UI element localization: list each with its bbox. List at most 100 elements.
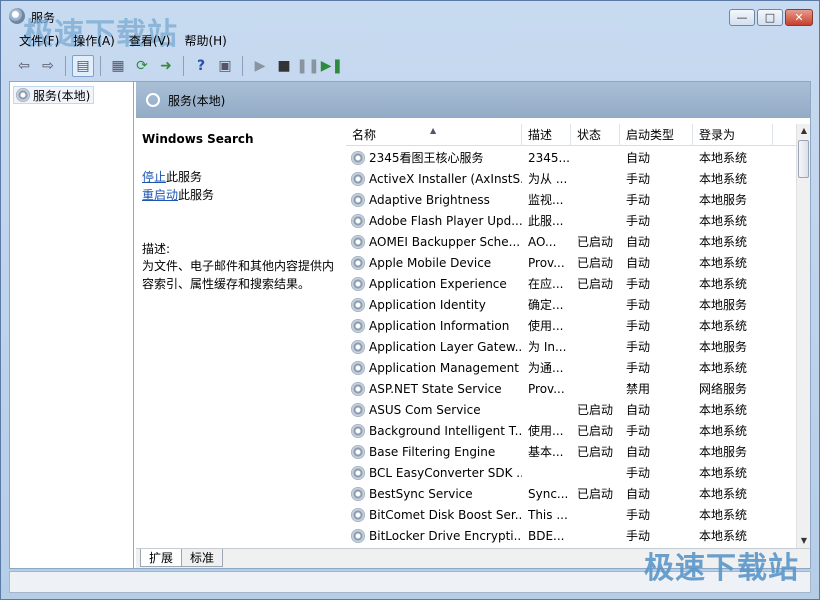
view-tabs: 扩展 标准 — [136, 548, 810, 568]
restart-service-button[interactable]: ▶❚ — [321, 55, 344, 77]
service-description: 确定... — [528, 298, 564, 312]
service-log-on-as: 网络服务 — [699, 382, 748, 396]
back-button[interactable]: ⇦ — [13, 55, 35, 77]
service-name-cell: Base Filtering Engine — [346, 444, 522, 459]
table-row[interactable]: ASUS Com Service 已启动 自动 本地系统 — [346, 399, 796, 420]
service-name-cell: Application Layer Gatew... — [346, 339, 522, 354]
gear-icon — [351, 402, 365, 417]
forward-button[interactable]: ⇨ — [37, 55, 59, 77]
service-startup-type: 手动 — [626, 508, 651, 522]
gear-icon — [351, 465, 365, 480]
gear-icon — [351, 150, 365, 165]
service-startup-type: 手动 — [626, 424, 651, 438]
service-name-cell: Application Information — [346, 318, 522, 333]
tree-item-services-local[interactable]: 服务(本地) — [13, 86, 95, 104]
toolbar-separator — [183, 56, 184, 76]
console-tree-icon: ▤ — [76, 58, 90, 74]
play-icon: ▶ — [254, 58, 266, 74]
column-header-description[interactable]: 描述 — [522, 124, 571, 146]
pause-service-button[interactable]: ❚❚ — [296, 55, 319, 77]
table-row[interactable]: Application Identity 确定... 手动 本地服务 — [346, 294, 796, 315]
stop-service-button[interactable]: ■ — [273, 55, 295, 77]
service-name: Application Identity — [369, 297, 486, 312]
table-row[interactable]: ActiveX Installer (AxInstS... 为从 ... 手动 本地系… — [346, 168, 796, 189]
services-list: 名称 ▲ 描述 状态 启动类型 登录为 2345看图王核心服务 2345... 自动本… — [346, 118, 810, 548]
gear-icon — [351, 360, 365, 375]
table-row[interactable]: Application Information 使用... 手动 本地系统 — [346, 315, 796, 336]
services-window: 服务 极速下载站 — □ ✕ 文件(F) 操作(A) 查看(V) 帮助(H) ⇦… — [0, 0, 820, 600]
column-header-log-on-as[interactable]: 登录为 — [693, 124, 773, 146]
sort-ascending-icon: ▲ — [430, 126, 437, 135]
column-header-startup-type[interactable]: 启动类型 — [620, 124, 693, 146]
service-log-on-as: 本地系统 — [699, 403, 748, 417]
close-button[interactable]: ✕ — [785, 9, 813, 26]
refresh-button[interactable]: ⟳ — [131, 55, 153, 77]
service-name-cell: Adobe Flash Player Upd... — [346, 213, 522, 228]
menu-action[interactable]: 操作(A) — [73, 31, 115, 51]
menu-file[interactable]: 文件(F) — [19, 31, 59, 51]
service-startup-type: 自动 — [626, 487, 651, 501]
service-name: Application Information — [369, 318, 510, 333]
start-service-button[interactable]: ▶ — [249, 55, 271, 77]
table-row[interactable]: BCL EasyConverter SDK ... 手动 本地系统 — [346, 462, 796, 483]
table-row[interactable]: AOMEI Backupper Sche... AO... 已启动 自动 本地系统 — [346, 231, 796, 252]
table-row[interactable]: Base Filtering Engine 基本... 已启动 自动 本地服务 — [346, 441, 796, 462]
service-log-on-as: 本地系统 — [699, 319, 748, 333]
vertical-scrollbar[interactable]: ▲ ▼ — [796, 124, 810, 548]
scroll-down-icon[interactable]: ▼ — [797, 534, 810, 548]
service-name: Application Experience — [369, 276, 507, 291]
details-header-title: 服务(本地) — [168, 93, 226, 108]
show-hide-console-tree-button[interactable]: ▤ — [72, 55, 94, 77]
column-header-status[interactable]: 状态 — [571, 124, 620, 146]
table-row[interactable]: 2345看图王核心服务 2345... 自动 本地系统 — [346, 147, 796, 168]
service-startup-type: 自动 — [626, 256, 651, 270]
minimize-button[interactable]: — — [729, 9, 755, 26]
table-row[interactable]: Application Experience 在应... 已启动 手动 本地系统 — [346, 273, 796, 294]
scroll-thumb[interactable] — [798, 140, 809, 178]
tab-extended[interactable]: 扩展 — [140, 549, 183, 567]
service-name-cell: Background Intelligent T... — [346, 423, 522, 438]
export-list-button[interactable]: ➜ — [155, 55, 177, 77]
gear-icon — [351, 234, 365, 249]
service-startup-type: 手动 — [626, 277, 651, 291]
service-name: Adaptive Brightness — [369, 192, 490, 207]
scroll-up-icon[interactable]: ▲ — [797, 124, 810, 138]
maximize-button[interactable]: □ — [757, 9, 783, 26]
window-controls: — □ ✕ — [729, 9, 813, 26]
restart-service-link[interactable]: 重启动 — [142, 188, 178, 202]
table-row[interactable]: Background Intelligent T... 使用... 已启动 手动 本地系… — [346, 420, 796, 441]
service-startup-type: 手动 — [626, 172, 651, 186]
table-row[interactable]: Adobe Flash Player Upd... 此服... 手动 本地系统 — [346, 210, 796, 231]
title-bar[interactable]: 服务 极速下载站 — □ ✕ — [1, 1, 819, 52]
service-description: 为 In... — [528, 340, 567, 354]
table-row[interactable]: Application Management 为通... 手动 本地系统 — [346, 357, 796, 378]
stop-service-link[interactable]: 停止 — [142, 170, 166, 184]
description-text: 为文件、电子邮件和其他内容提供内容索引、属性缓存和搜索结果。 — [142, 259, 335, 291]
help-button[interactable]: ? — [190, 55, 212, 77]
table-row[interactable]: BitLocker Drive Encrypti... BDE... 手动 本地系统 — [346, 525, 796, 546]
menu-view[interactable]: 查看(V) — [129, 31, 171, 51]
help-icon: ? — [196, 58, 206, 74]
refresh-icon: ⟳ — [136, 58, 148, 74]
service-name-cell: 2345看图王核心服务 — [346, 149, 522, 166]
main-area: 服务(本地) 服务(本地) Windows Search 停止此服务 重启动此服… — [9, 81, 811, 569]
column-desc-label: 描述 — [528, 128, 553, 142]
table-row[interactable]: BitComet Disk Boost Ser... This ... 手动 本地系统 — [346, 504, 796, 525]
service-name: Application Management — [369, 360, 519, 375]
table-row[interactable]: ASP.NET State Service Prov... 禁用 网络服务 — [346, 378, 796, 399]
tab-standard[interactable]: 标准 — [181, 549, 224, 567]
column-name-label: 名称 — [352, 128, 377, 142]
gear-icon — [351, 423, 365, 438]
service-status: 已启动 — [577, 235, 614, 249]
action-pane-button[interactable]: ▣ — [214, 55, 236, 77]
table-row[interactable]: Adaptive Brightness 监视... 手动 本地服务 — [346, 189, 796, 210]
gear-icon — [351, 528, 365, 543]
table-row[interactable]: BestSync Service Sync... 已启动 自动 本地系统 — [346, 483, 796, 504]
table-row[interactable]: Application Layer Gatew... 为 In... 手动 本地服务 — [346, 336, 796, 357]
table-row[interactable]: Apple Mobile Device Prov... 已启动 自动 本地系统 — [346, 252, 796, 273]
properties-button[interactable]: ▦ — [107, 55, 129, 77]
menu-help[interactable]: 帮助(H) — [184, 31, 226, 51]
column-header-name[interactable]: 名称 ▲ — [346, 124, 522, 146]
service-description: BDE... — [528, 528, 565, 543]
service-startup-type: 手动 — [626, 529, 651, 543]
